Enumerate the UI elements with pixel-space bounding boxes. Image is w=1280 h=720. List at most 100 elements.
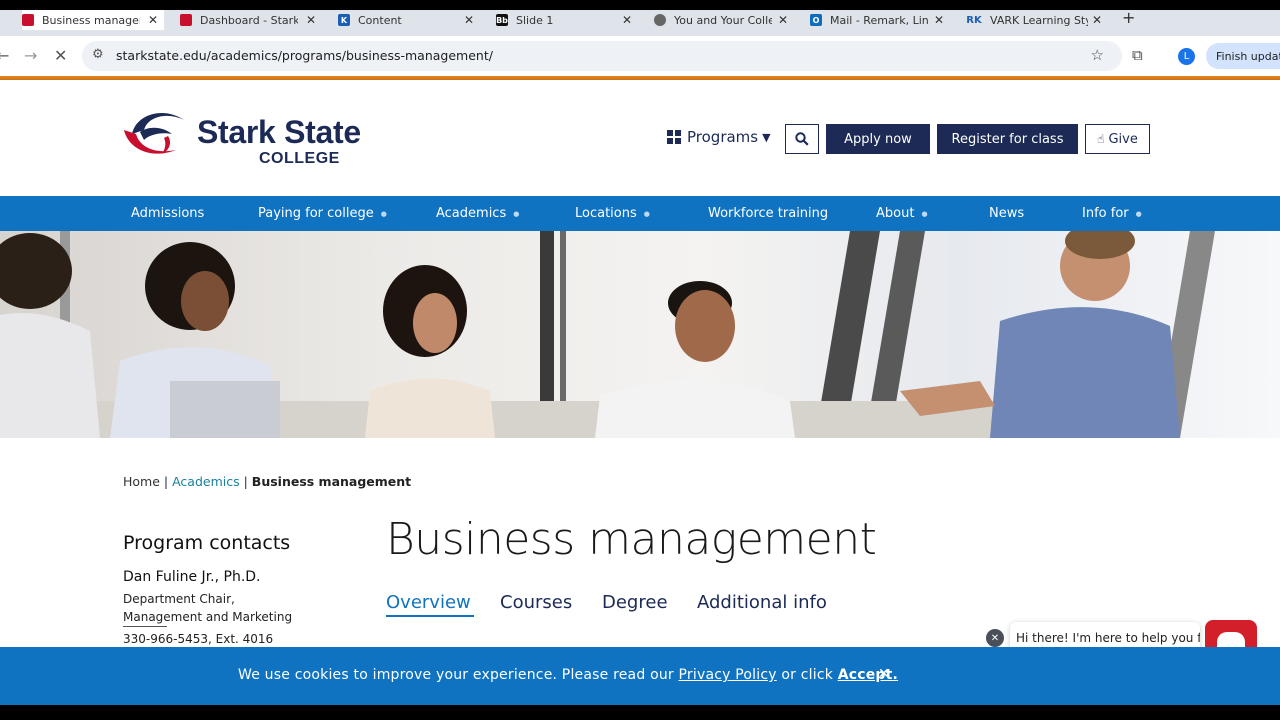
globe-icon	[654, 14, 666, 26]
website: Stark State COLLEGE Programs ▼ Apply now…	[0, 80, 1280, 647]
tab-mail[interactable]: O Mail - Remark, Linda ✕	[810, 10, 946, 30]
contact-role-line: Management and Marketing	[123, 610, 293, 624]
give-label: Give	[1108, 131, 1138, 147]
close-icon[interactable]: ✕	[306, 13, 316, 27]
breadcrumb-home-link[interactable]: Home	[123, 474, 160, 489]
close-icon[interactable]: ✕	[778, 13, 788, 27]
nav-label: Info for	[1082, 206, 1129, 221]
page-title: Business management	[386, 514, 877, 565]
tab-content[interactable]: K Content ✕	[338, 10, 478, 30]
dropdown-dot-icon: ●	[513, 209, 520, 218]
breadcrumb-current: Business management	[251, 474, 412, 489]
site-info-icon[interactable]: ⚙	[92, 47, 104, 62]
tab-degree[interactable]: Degree	[602, 592, 668, 613]
nav-item-locations[interactable]: Locations ●	[575, 206, 650, 221]
close-icon[interactable]: ✕	[1092, 13, 1102, 27]
close-icon[interactable]: ✕	[148, 13, 158, 27]
profile-avatar[interactable]: L	[1178, 48, 1195, 65]
dropdown-dot-icon: ●	[921, 209, 928, 218]
chat-close-icon[interactable]: ✕	[986, 629, 1004, 647]
tab-title: Slide 1	[516, 13, 554, 27]
browser-tab-bar: Business manageme ✕ Dashboard - Stark St…	[0, 0, 1280, 36]
nav-label: About	[876, 206, 915, 221]
url-text: starkstate.edu/academics/programs/busine…	[116, 48, 493, 63]
close-icon[interactable]: ✕	[464, 13, 474, 27]
tab-slide[interactable]: Bb Slide 1 ✕	[496, 10, 636, 30]
dropdown-dot-icon: ●	[643, 209, 650, 218]
back-icon[interactable]: ←	[0, 46, 9, 65]
tab-dashboard[interactable]: Dashboard - Stark St ✕	[180, 10, 320, 30]
tab-additional-info[interactable]: Additional info	[697, 592, 827, 613]
breadcrumb: Home | Academics | Business management	[123, 474, 411, 489]
forward-icon[interactable]: →	[24, 46, 37, 65]
finish-update-button[interactable]: Finish update	[1206, 43, 1280, 69]
chat-greeting-bubble[interactable]: Hi there! I'm here to help you find	[1010, 622, 1200, 647]
cookie-message: We use cookies to improve your experienc…	[238, 667, 898, 683]
stop-loading-icon[interactable]: ✕	[54, 46, 67, 65]
nav-item-news[interactable]: News	[989, 206, 1024, 221]
tab-vark[interactable]: RK VARK Learning Styles ✕	[966, 10, 1104, 30]
nav-item-admissions[interactable]: Admissions	[131, 206, 204, 221]
program-contacts-heading: Program contacts	[123, 532, 291, 554]
hand-heart-icon: ☝	[1097, 132, 1105, 146]
new-tab-icon[interactable]: +	[1122, 8, 1135, 27]
letterbox-bar	[0, 705, 1280, 720]
nav-item-workforce-training[interactable]: Workforce training	[708, 206, 828, 221]
main-navigation: Admissions Paying for college ● Academics…	[0, 196, 1280, 231]
programs-menu[interactable]: Programs ▼	[667, 128, 771, 146]
tab-title: You and Your College	[674, 13, 772, 27]
tab-business-management[interactable]: Business manageme ✕	[22, 10, 164, 30]
stark-state-icon	[22, 14, 34, 26]
dropdown-dot-icon: ●	[380, 209, 387, 218]
tab-title: Content	[358, 13, 402, 27]
nav-item-info-for[interactable]: Info for ●	[1082, 206, 1142, 221]
close-icon[interactable]: ✕	[878, 666, 890, 682]
slide-icon: Bb	[496, 14, 508, 26]
register-for-class-button[interactable]: Register for class	[937, 124, 1078, 154]
tab-title: VARK Learning Styles	[990, 13, 1088, 27]
give-button[interactable]: ☝ Give	[1085, 124, 1150, 154]
breadcrumb-separator: |	[243, 474, 252, 489]
breadcrumb-academics-link[interactable]: Academics	[172, 474, 240, 489]
tab-overview[interactable]: Overview	[386, 592, 471, 613]
nav-label: Academics	[436, 206, 507, 221]
vark-icon: RK	[966, 14, 982, 26]
nav-item-about[interactable]: About ●	[876, 206, 928, 221]
cookie-banner: We use cookies to improve your experienc…	[0, 647, 1280, 705]
logo-name: Stark State	[197, 114, 361, 150]
contact-name: Dan Fuline Jr., Ph.D.	[123, 569, 261, 585]
contact-divider	[123, 626, 167, 627]
cookie-text-before: We use cookies to improve your experienc…	[238, 667, 679, 683]
content-icon: K	[338, 14, 350, 26]
nav-item-academics[interactable]: Academics ●	[436, 206, 519, 221]
nav-label: Paying for college	[258, 206, 374, 221]
tab-you-and-your-college[interactable]: You and Your College ✕	[654, 10, 790, 30]
close-icon[interactable]: ✕	[934, 13, 944, 27]
extensions-icon[interactable]: ⧉	[1132, 46, 1143, 64]
nav-label: Admissions	[131, 206, 205, 221]
nav-item-paying-for-college[interactable]: Paying for college ●	[258, 206, 387, 221]
hero-image	[0, 231, 1280, 438]
nav-label: News	[989, 206, 1025, 221]
address-bar[interactable]: ⚙ starkstate.edu/academics/programs/busi…	[82, 41, 1122, 71]
contact-role-line: Department Chair,	[123, 592, 235, 606]
breadcrumb-separator: |	[163, 474, 173, 489]
privacy-policy-link[interactable]: Privacy Policy	[679, 667, 777, 683]
nav-label: Workforce training	[708, 206, 829, 221]
tab-courses[interactable]: Courses	[500, 592, 572, 613]
search-button[interactable]	[785, 124, 819, 154]
bookmark-star-icon[interactable]: ☆	[1091, 46, 1104, 64]
tab-title: Dashboard - Stark St	[200, 13, 298, 27]
chat-launcher-button[interactable]	[1205, 620, 1257, 647]
grid-icon	[667, 130, 681, 144]
programs-label: Programs	[687, 128, 759, 146]
apply-now-button[interactable]: Apply now	[826, 124, 930, 154]
contact-phone[interactable]: 330-966-5453, Ext. 4016	[123, 632, 273, 646]
chevron-down-icon: ▼	[762, 130, 771, 144]
browser-toolbar: ← → ✕ ⚙ starkstate.edu/academics/program…	[0, 36, 1280, 76]
close-icon[interactable]: ✕	[622, 13, 632, 27]
stark-state-logo[interactable]: Stark State COLLEGE	[122, 104, 392, 168]
tab-title: Business manageme	[42, 13, 140, 27]
dropdown-dot-icon: ●	[1135, 209, 1142, 218]
active-tab-underline	[386, 615, 474, 617]
